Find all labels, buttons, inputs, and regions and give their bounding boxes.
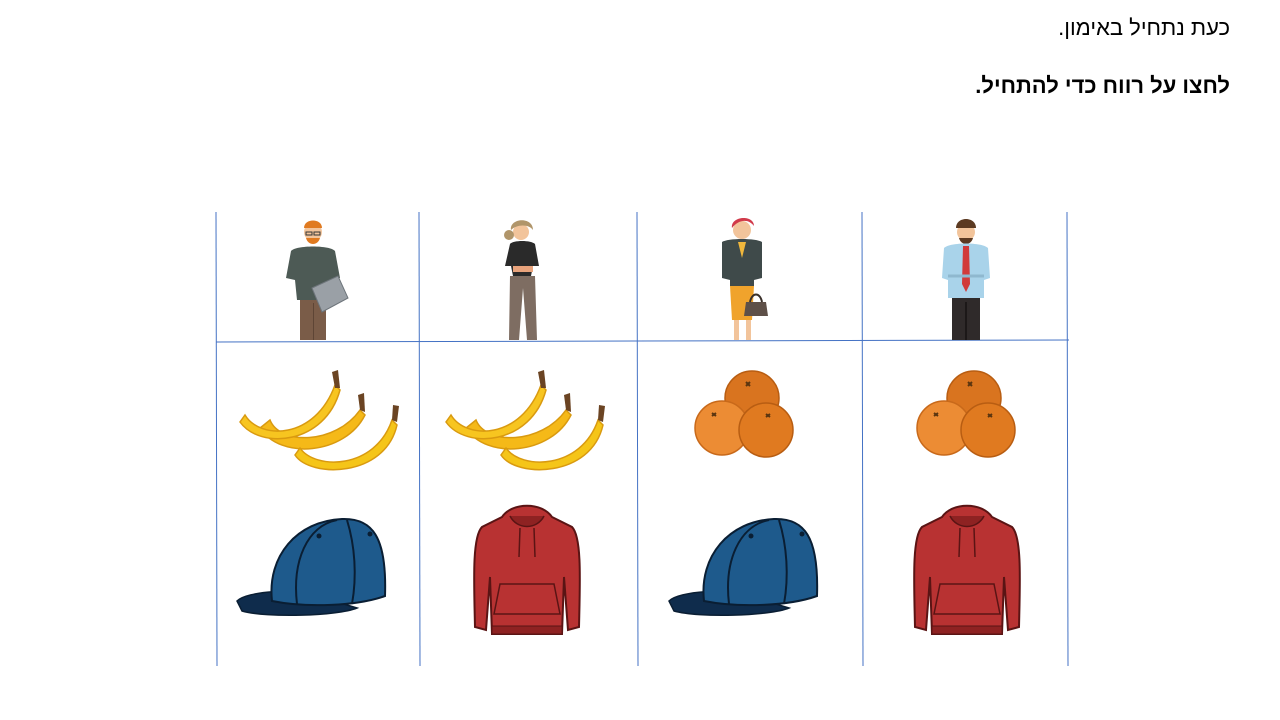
bananas-icon xyxy=(239,369,400,471)
grid-line-v1 xyxy=(215,211,218,667)
bananas-icon xyxy=(445,369,606,471)
blue-cap-icon xyxy=(236,517,387,617)
oranges-icon xyxy=(694,370,794,458)
woman-casual-icon xyxy=(504,220,539,340)
man-glasses-laptop-icon xyxy=(286,220,349,340)
red-hoodie-icon xyxy=(913,504,1021,635)
woman-handbag-icon xyxy=(722,217,768,340)
grid-line-v5 xyxy=(1066,211,1069,667)
grid-line-v2 xyxy=(418,211,421,667)
grid-line-v4 xyxy=(861,211,864,667)
blue-cap-icon xyxy=(668,517,819,617)
red-hoodie-icon xyxy=(473,504,581,635)
man-tie-icon xyxy=(942,219,990,340)
grid-line-v3 xyxy=(636,211,639,667)
oranges-icon xyxy=(916,370,1016,458)
grid-line-h1 xyxy=(215,339,1070,343)
stimulus-grid xyxy=(215,211,1070,667)
